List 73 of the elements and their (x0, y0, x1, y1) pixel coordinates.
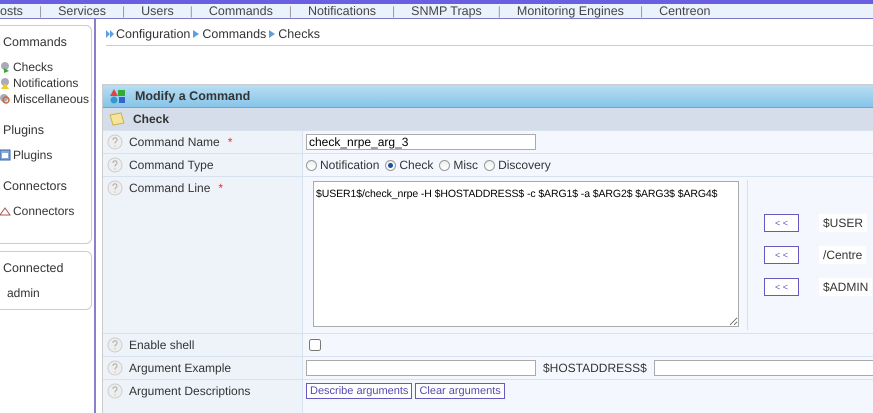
menu-separator: | (392, 4, 396, 18)
argument-example-field[interactable] (306, 360, 536, 376)
menu-separator: | (498, 4, 501, 18)
sidebar-item[interactable]: Plugins (13, 148, 52, 162)
notepad-icon (109, 112, 125, 126)
section-title: Check (133, 112, 170, 126)
field-label: Command Name (129, 134, 220, 149)
radio-label: Notification (320, 158, 380, 172)
radio-label: Misc (453, 158, 478, 172)
breadcrumb-link[interactable]: Commands (202, 27, 266, 41)
command-name-field[interactable]: check_nrpe_arg_3 (306, 134, 536, 150)
field-label: Argument Example (129, 360, 232, 375)
radio-button[interactable] (385, 160, 396, 170)
sidebar-item[interactable]: Connectors (13, 204, 74, 218)
menu-separator: | (640, 4, 644, 18)
menu-item[interactable]: Services (58, 4, 106, 18)
warning-icon (0, 77, 11, 89)
radio-label: Check (399, 158, 434, 172)
macro-name: $USER (819, 214, 868, 232)
macro-name: $HOSTADDRESS$ (542, 361, 648, 375)
user-name[interactable]: admin (7, 286, 40, 300)
radio-button[interactable] (306, 160, 317, 170)
field-label: Command Type (129, 157, 214, 172)
magnifier-icon (0, 93, 11, 105)
sidebar-item[interactable]: Miscellaneous (13, 92, 90, 106)
section-title: Commands (3, 35, 68, 49)
insert-button[interactable]: < < (764, 278, 799, 296)
breadcrumb-link[interactable]: Checks (278, 27, 320, 41)
help-icon[interactable] (107, 157, 123, 173)
menu-separator: | (38, 4, 42, 18)
help-icon[interactable] (107, 134, 123, 150)
insert-button[interactable]: < < (764, 246, 799, 264)
menu-item[interactable]: SNMP Traps (411, 4, 482, 18)
arrow-icon (192, 29, 200, 39)
help-icon[interactable] (107, 360, 123, 376)
sidebar-item[interactable]: Notifications (13, 76, 78, 90)
section-title: Connectors (3, 179, 68, 193)
menu-item[interactable]: Users (141, 4, 174, 18)
radio-button[interactable] (484, 160, 496, 170)
arrow-icon (268, 29, 276, 39)
section-title: Connected (3, 261, 64, 275)
menu-separator: | (190, 4, 193, 18)
sidebar-item[interactable]: Checks (13, 60, 54, 74)
double-arrow-icon (106, 29, 114, 39)
macro-name: /Centre (819, 246, 866, 264)
field-label: Argument Descriptions (129, 383, 250, 398)
required-mark: * (218, 180, 224, 195)
radio-label: Discovery (498, 158, 551, 172)
field-label: Command Line (129, 180, 210, 195)
required-mark: * (228, 134, 232, 149)
help-icon[interactable] (107, 383, 123, 399)
menu-item[interactable]: Notifications (308, 4, 376, 18)
menu-item[interactable]: Monitoring Engines (516, 4, 624, 18)
help-icon[interactable] (107, 337, 123, 353)
insert-button[interactable]: < < (764, 214, 799, 232)
form-title: Modify a Command (135, 89, 250, 103)
breadcrumb-link[interactable]: Configuration (116, 27, 190, 41)
menu-item[interactable]: Commands (208, 4, 273, 18)
menu-item[interactable]: Centreon (659, 4, 710, 18)
command-line-field[interactable]: $USER1$/check_nrpe -H $HOSTADDRESS$ -c $ARG1$ -a $ARG2$ $ARG3$ $ARG4$ (313, 181, 739, 327)
macro-value-field[interactable] (654, 360, 873, 376)
help-icon[interactable] (107, 180, 123, 196)
shapes-icon (109, 88, 127, 104)
action-button[interactable]: Clear arguments (415, 383, 505, 399)
radio-button[interactable] (439, 160, 450, 170)
macro-name: $ADMIN (819, 278, 872, 296)
section-title: Plugins (3, 123, 45, 137)
enable-shell-checkbox[interactable] (309, 339, 321, 351)
action-button[interactable]: Describe arguments (306, 383, 412, 399)
menu-separator: | (288, 4, 292, 18)
field-label: Enable shell (129, 337, 194, 352)
menu-separator: | (122, 4, 126, 18)
menu-item[interactable]: osts (0, 4, 23, 18)
